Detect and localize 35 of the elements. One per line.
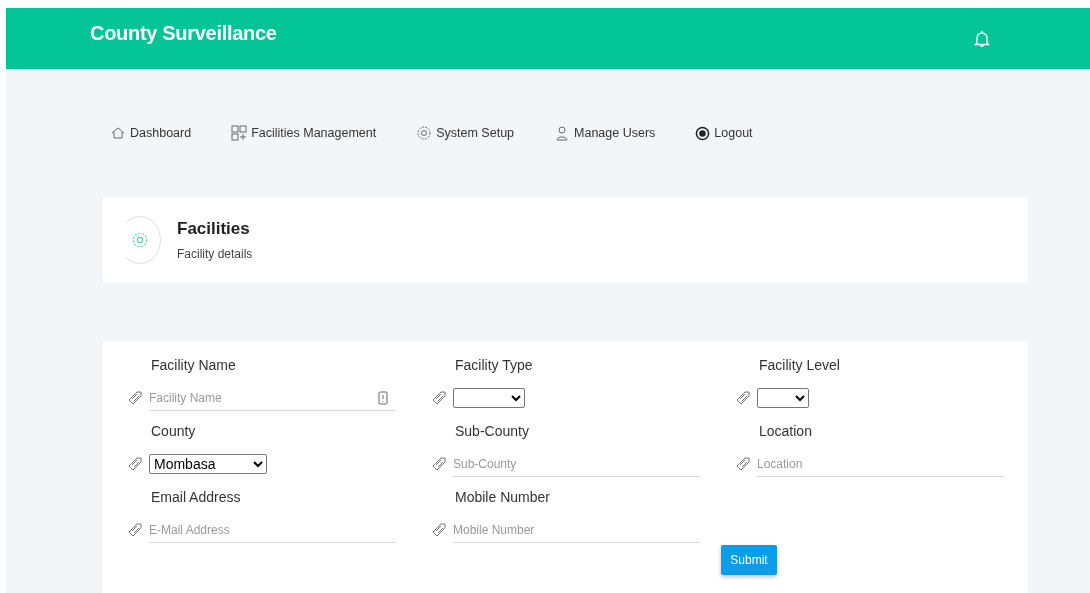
grid-icon — [231, 125, 248, 141]
tag-icon — [735, 390, 751, 406]
app-title: County Surveillance — [90, 22, 277, 45]
field-label: Facility Name — [150, 357, 237, 375]
field-label: Mobile Number — [454, 489, 551, 507]
home-icon — [110, 125, 126, 141]
user-icon — [554, 125, 571, 141]
nav-link[interactable]: System Setup — [416, 123, 515, 143]
select-field[interactable] — [757, 388, 809, 408]
key-icon[interactable] — [378, 390, 388, 405]
tag-icon — [431, 522, 447, 538]
page-title: Facilities — [177, 219, 251, 239]
nav-link[interactable]: Manage Users — [554, 123, 656, 143]
nav-link[interactable]: Logout — [695, 123, 753, 143]
tag-icon — [431, 456, 447, 472]
gear-icon — [131, 231, 149, 249]
field-label: County — [150, 423, 197, 441]
page-subtitle: Facility details — [177, 247, 253, 261]
field-label: Facility Type — [454, 357, 534, 375]
select-field[interactable] — [453, 388, 525, 408]
tag-icon — [431, 390, 447, 406]
gear-icon — [416, 125, 433, 141]
tag-icon — [127, 390, 143, 406]
field-label: Facility Level — [758, 357, 841, 375]
record-icon — [695, 125, 711, 141]
tag-icon — [127, 456, 143, 472]
select-field[interactable]: Mombasa — [149, 454, 267, 474]
nav-link[interactable]: Facilities Management — [231, 123, 377, 143]
tag-icon — [127, 522, 143, 538]
field-label: Location — [758, 423, 813, 441]
bell-icon[interactable] — [974, 29, 990, 48]
tag-icon — [735, 456, 751, 472]
nav-link[interactable]: Dashboard — [110, 123, 192, 143]
field-label: Sub-County — [454, 423, 530, 441]
field-label: Email Address — [150, 489, 242, 507]
